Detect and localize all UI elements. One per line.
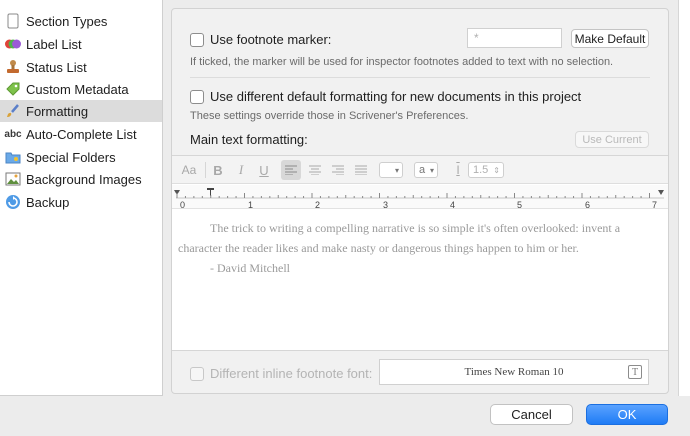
align-right-icon bbox=[332, 165, 344, 175]
stamp-icon bbox=[5, 59, 21, 75]
different-default-note: These settings override those in Scriven… bbox=[190, 110, 469, 122]
ruler-label: 6 bbox=[585, 200, 590, 209]
chevron-down-icon: ▾ bbox=[394, 165, 399, 175]
sidebar: Section Types Label List Status List Cus… bbox=[0, 0, 163, 396]
backup-icon bbox=[5, 194, 21, 210]
highlight-select[interactable]: a ▾ bbox=[414, 162, 438, 178]
ruler-scale: 0 1 2 3 4 5 6 7 bbox=[174, 188, 664, 209]
font-picker-icon[interactable]: T bbox=[628, 365, 642, 379]
right-margin-marker[interactable] bbox=[658, 190, 664, 195]
sidebar-item-label: Background Images bbox=[26, 171, 142, 187]
formatting-panel: Use footnote marker: * Make Default If t… bbox=[171, 8, 669, 394]
footnote-marker-input[interactable]: * bbox=[467, 28, 562, 48]
inline-footnote-font-name: Times New Roman 10 bbox=[464, 366, 564, 378]
paintbrush-icon bbox=[5, 103, 21, 119]
main-text-formatting-label: Main text formatting: bbox=[190, 132, 308, 147]
first-line-indent-marker[interactable] bbox=[207, 188, 214, 196]
format-toolbar: Aa B I U ▾ a ▾ I 1.5 ⇕ bbox=[172, 156, 668, 184]
picture-icon bbox=[5, 171, 21, 187]
footnote-marker-row: Use footnote marker: bbox=[190, 32, 331, 47]
ruler-label: 1 bbox=[248, 200, 253, 209]
line-spacing-value: 1.5 bbox=[473, 164, 489, 176]
abc-icon: abc bbox=[4, 128, 22, 140]
text-color-select[interactable]: ▾ bbox=[379, 162, 403, 178]
divider bbox=[190, 77, 650, 78]
inline-footnote-font-field[interactable]: Times New Roman 10 T bbox=[379, 359, 649, 385]
tag-icon bbox=[5, 81, 21, 97]
cancel-button[interactable]: Cancel bbox=[490, 404, 573, 425]
sidebar-item-custom-metadata[interactable]: Custom Metadata bbox=[0, 78, 162, 100]
inline-footnote-checkbox[interactable] bbox=[190, 366, 204, 381]
folder-icon bbox=[5, 149, 21, 165]
sidebar-item-label: Backup bbox=[26, 194, 70, 210]
use-current-button[interactable]: Use Current bbox=[575, 131, 649, 148]
ruler-label: 5 bbox=[517, 200, 522, 209]
highlight-select-value: a bbox=[419, 164, 426, 176]
ruler-label: 7 bbox=[652, 200, 657, 209]
ruler-label: 3 bbox=[383, 200, 388, 209]
footnote-marker-note: If ticked, the marker will be used for i… bbox=[190, 56, 614, 68]
align-center-icon bbox=[309, 165, 321, 175]
sidebar-item-label: Formatting bbox=[26, 103, 89, 119]
ruler[interactable]: 0 1 2 3 4 5 6 7 bbox=[172, 185, 668, 209]
chevron-down-icon: ▾ bbox=[429, 165, 434, 175]
underline-button[interactable]: U bbox=[256, 160, 272, 180]
align-left-button[interactable] bbox=[281, 160, 301, 180]
fonts-button[interactable]: Aa bbox=[178, 160, 200, 180]
inline-footnote-row: Different inline footnote font: bbox=[190, 366, 372, 381]
align-left-icon bbox=[285, 165, 297, 175]
stepper-icon: ⇕ bbox=[493, 165, 500, 175]
sidebar-item-formatting[interactable]: Formatting bbox=[0, 100, 162, 122]
justify-icon bbox=[355, 165, 367, 175]
ruler-label: 2 bbox=[315, 200, 320, 209]
footnote-marker-label: Use footnote marker: bbox=[210, 32, 332, 47]
sidebar-item-label: Special Folders bbox=[26, 149, 116, 165]
make-default-button[interactable]: Make Default bbox=[571, 29, 649, 48]
align-right-button[interactable] bbox=[328, 160, 348, 180]
different-default-label: Use different default formatting for new… bbox=[210, 89, 582, 104]
sample-text-paragraph: The trick to writing a compelling narrat… bbox=[178, 221, 621, 255]
sidebar-item-backup[interactable]: Backup bbox=[0, 191, 162, 213]
ruler-label: 0 bbox=[180, 200, 185, 209]
line-spacing-icon: I bbox=[456, 163, 460, 177]
sidebar-item-label-list[interactable]: Label List bbox=[0, 33, 162, 55]
sidebar-item-label: Status List bbox=[26, 59, 87, 75]
sidebar-item-label: Auto-Complete List bbox=[26, 126, 137, 142]
bold-button[interactable]: B bbox=[210, 160, 226, 180]
sidebar-item-label: Label List bbox=[26, 36, 82, 52]
sidebar-item-label: Section Types bbox=[26, 13, 108, 29]
justify-button[interactable] bbox=[351, 160, 371, 180]
sidebar-item-background-images[interactable]: Background Images bbox=[0, 168, 162, 190]
different-default-checkbox[interactable] bbox=[190, 89, 204, 104]
line-spacing-field[interactable]: 1.5 ⇕ bbox=[468, 162, 504, 178]
italic-button[interactable]: I bbox=[233, 160, 249, 180]
adjacent-window-edge bbox=[678, 0, 690, 396]
different-default-row: Use different default formatting for new… bbox=[190, 89, 581, 104]
text-editor: Aa B I U ▾ a ▾ I 1.5 ⇕ 0 1 2 3 4 5 6 7 T… bbox=[172, 155, 668, 351]
ok-button[interactable]: OK bbox=[586, 404, 668, 425]
sample-text-attribution: - David Mitchell bbox=[210, 261, 290, 275]
align-center-button[interactable] bbox=[305, 160, 325, 180]
sidebar-item-section-types[interactable]: Section Types bbox=[0, 10, 162, 32]
color-circles-icon bbox=[5, 36, 21, 52]
inline-footnote-label: Different inline footnote font: bbox=[210, 366, 373, 381]
sidebar-item-label: Custom Metadata bbox=[26, 81, 129, 97]
divider bbox=[205, 162, 206, 178]
ruler-label: 4 bbox=[450, 200, 455, 209]
sample-text[interactable]: The trick to writing a compelling narrat… bbox=[178, 218, 662, 278]
sidebar-item-status-list[interactable]: Status List bbox=[0, 56, 162, 78]
footnote-marker-checkbox[interactable] bbox=[190, 32, 204, 47]
document-icon bbox=[5, 13, 21, 29]
sidebar-item-special-folders[interactable]: Special Folders bbox=[0, 146, 162, 168]
sidebar-item-auto-complete-list[interactable]: abc Auto-Complete List bbox=[0, 123, 162, 145]
